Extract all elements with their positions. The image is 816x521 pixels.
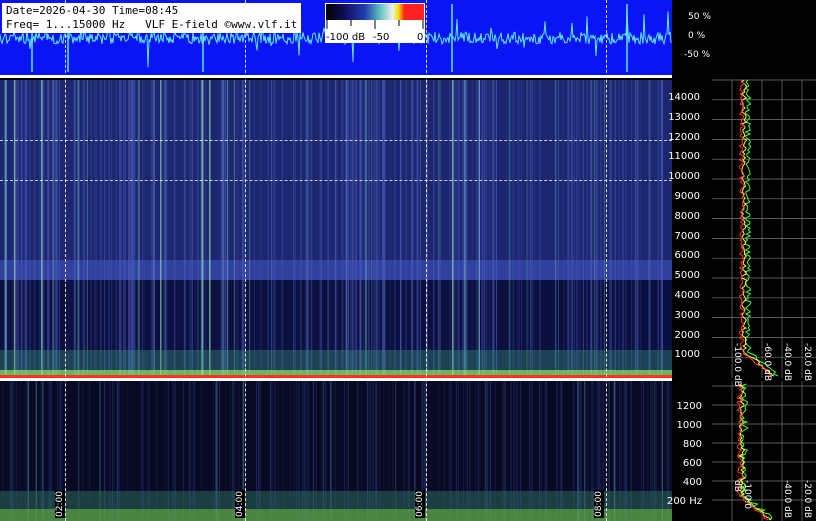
freq-gridline [0,180,672,181]
info-box: Date=2026-04-30 Time=08:45 Freq= 1...150… [2,3,302,33]
time-gridline [65,0,66,521]
time-label-0200: 02:00 [55,490,65,518]
time-label-0400: 04:00 [235,490,245,518]
spectrogram-low-image [0,381,672,521]
wave-axis-minus50: -50 % [684,50,711,60]
date-time-label: Date=2026-04-30 Time=08:45 [6,4,179,17]
scale-label-max: 0 [417,32,424,43]
separator-top [0,75,672,78]
wave-axis-0: 0 % [688,31,706,41]
db-label-hi-20: -20.0 dB [802,343,812,382]
freq-label: Freq= 1...15000 Hz VLF E-field ©www.vlf.… [6,18,298,31]
db-label-hi-60: -60.0 dB [762,343,772,382]
time-label-0600: 06:00 [415,490,425,518]
time-gridline [245,0,246,521]
db-label-lo-40: -40.0 dB [782,480,792,519]
freq-gridline [0,140,672,141]
db-label-lo-100: -100.0 dB [732,480,752,510]
color-scale-legend: -100 dB -50 0 [325,3,425,43]
color-scale-ticks [326,20,424,29]
db-label-hi-100: -100.0 dB [732,343,742,387]
color-scale-bar [326,4,424,20]
wave-axis-50: 50 % [688,12,711,22]
spectrogram-high-image [0,80,672,378]
spectrogram-high [0,80,672,378]
db-label-lo-20: -20.0 dB [802,480,812,519]
time-label-0800: 08:00 [594,490,604,518]
scale-label-min: -100 dB [326,32,366,43]
scale-label-mid: -50 [373,32,390,43]
time-gridline [606,0,607,521]
time-gridline [426,0,427,521]
spectrogram-low [0,381,672,521]
db-label-hi-40: -40.0 dB [782,343,792,382]
average-spectrum-panel [712,79,816,521]
